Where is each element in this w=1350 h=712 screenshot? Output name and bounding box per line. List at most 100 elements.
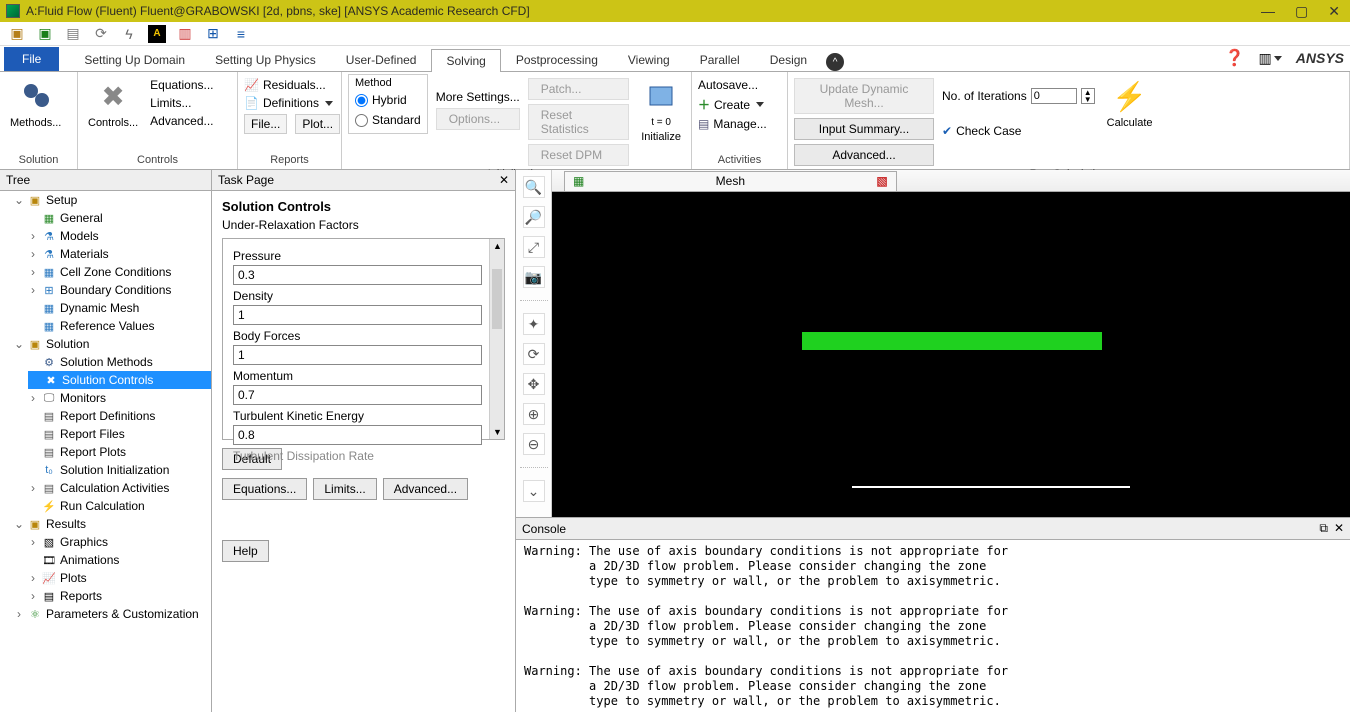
file-tab[interactable]: File (4, 47, 59, 71)
manage-button[interactable]: ▤Manage... (698, 117, 767, 131)
window-title: A:Fluid Flow (Fluent) Fluent@GRABOWSKI [… (26, 4, 530, 18)
factor-input-density[interactable] (233, 305, 482, 325)
tree-monitors[interactable]: ›🖵Monitors (28, 389, 211, 407)
task-advanced-button[interactable]: Advanced... (383, 478, 468, 500)
layout-icon[interactable]: ▥ (1259, 50, 1282, 67)
create-button[interactable]: ＋Create (698, 96, 767, 113)
rotate-icon[interactable]: ⟳ (523, 343, 545, 365)
advanced-button[interactable]: Advanced... (150, 114, 213, 128)
pan-icon[interactable]: ✥ (523, 373, 545, 395)
plot-toolbar-icon[interactable]: ⊞ (204, 25, 222, 43)
zoom-in-icon[interactable]: 🔍 (523, 176, 545, 198)
task-close-icon[interactable]: ✕ (499, 173, 509, 187)
tab-parallel[interactable]: Parallel (685, 48, 755, 71)
collapse-ribbon-icon[interactable]: ^ (826, 53, 844, 71)
methods-button[interactable]: Methods... (6, 74, 65, 129)
tree-animations[interactable]: 🎞Animations (28, 551, 211, 569)
factor-input-turbulent-kinetic-energy[interactable] (233, 425, 482, 445)
maximize-button[interactable]: ▢ (1295, 3, 1308, 20)
zoom-minus-icon[interactable]: ⊖ (523, 433, 545, 455)
task-title: Solution Controls (212, 191, 515, 218)
help-button[interactable]: Help (222, 540, 269, 562)
task-limits-button[interactable]: Limits... (313, 478, 376, 500)
tree-general[interactable]: ▦General (28, 209, 211, 227)
iterations-spinner[interactable]: ▲▼ (1081, 88, 1095, 104)
open-icon[interactable]: ▣ (8, 25, 26, 43)
file-button[interactable]: File... (244, 114, 287, 134)
tab-solving[interactable]: Solving (431, 49, 500, 72)
mesh-tab-close-icon[interactable]: ▧ (876, 174, 887, 188)
tree-solution[interactable]: ⌄▣Solution (14, 335, 211, 353)
console-popout-icon[interactable]: ⧉ (1319, 521, 1328, 535)
help-icon[interactable]: ❓ (1225, 48, 1245, 68)
close-button[interactable]: ✕ (1328, 3, 1340, 20)
graphics-view[interactable] (552, 192, 1350, 517)
tree-graphics[interactable]: ›▧Graphics (28, 533, 211, 551)
tree-run-calculation[interactable]: ⚡Run Calculation (28, 497, 211, 515)
definitions-button[interactable]: 📄Definitions (244, 96, 340, 110)
lightning-icon[interactable]: ϟ (120, 25, 138, 43)
minimize-button[interactable]: — (1261, 3, 1275, 20)
ansys-icon[interactable]: A (148, 25, 166, 43)
tab-design[interactable]: Design (755, 48, 822, 71)
camera-icon[interactable]: 📷 (523, 266, 545, 288)
factor-input-momentum[interactable] (233, 385, 482, 405)
tree-report-files[interactable]: ▤Report Files (28, 425, 211, 443)
tree-results[interactable]: ⌄▣Results (14, 515, 211, 533)
factor-input-body-forces[interactable] (233, 345, 482, 365)
residuals-button[interactable]: 📈Residuals... (244, 78, 340, 92)
factor-input-pressure[interactable] (233, 265, 482, 285)
axes-icon[interactable]: ✦ (523, 313, 545, 335)
write-icon[interactable]: ▤ (64, 25, 82, 43)
plot-button[interactable]: Plot... (295, 114, 340, 134)
more-settings-button[interactable]: More Settings... (436, 90, 520, 104)
controls-button[interactable]: ✖ Controls... (84, 74, 142, 129)
tree-plots[interactable]: ›📈Plots (28, 569, 211, 587)
tree-reports[interactable]: ›▤Reports (28, 587, 211, 605)
tab-viewing[interactable]: Viewing (613, 48, 685, 71)
autosave-button[interactable]: Autosave... (698, 78, 767, 92)
equations-button[interactable]: Equations... (150, 78, 213, 92)
console-close-icon[interactable]: ✕ (1334, 521, 1344, 535)
iterations-label: No. of Iterations (942, 89, 1027, 103)
chart-icon[interactable]: ▥ (176, 25, 194, 43)
tree-models[interactable]: ›⚗Models (28, 227, 211, 245)
tab-setting-up-domain[interactable]: Setting Up Domain (69, 48, 200, 71)
tree-calc-activities[interactable]: ›▤Calculation Activities (28, 479, 211, 497)
check-case-button[interactable]: ✔Check Case (942, 124, 1095, 138)
tree-report-plots[interactable]: ▤Report Plots (28, 443, 211, 461)
tree-setup[interactable]: ⌄▣Setup (14, 191, 211, 209)
iterations-input[interactable] (1031, 88, 1077, 104)
calculate-button[interactable]: ⚡ Calculate (1103, 74, 1157, 129)
save-icon[interactable]: ▣ (36, 25, 54, 43)
tree-parameters[interactable]: ›⚛Parameters & Customization (14, 605, 211, 623)
fit-icon[interactable]: ⤢ (523, 236, 545, 258)
hybrid-radio[interactable]: Hybrid (355, 93, 421, 107)
expand-icon[interactable]: ⌄ (523, 480, 545, 502)
legend-icon[interactable]: ≡ (232, 25, 250, 43)
tree-materials[interactable]: ›⚗Materials (28, 245, 211, 263)
zoom-plus-icon[interactable]: ⊕ (523, 403, 545, 425)
tree-solution-init[interactable]: t₀Solution Initialization (28, 461, 211, 479)
tab-postprocessing[interactable]: Postprocessing (501, 48, 613, 71)
tree-solution-methods[interactable]: ⚙Solution Methods (28, 353, 211, 371)
tree-reference[interactable]: ▦Reference Values (28, 317, 211, 335)
tab-user-defined[interactable]: User-Defined (331, 48, 432, 71)
tree-cell-zone[interactable]: ›▦Cell Zone Conditions (28, 263, 211, 281)
tree-report-defs[interactable]: ▤Report Definitions (28, 407, 211, 425)
factors-scrollbar[interactable]: ▲ ▼ (489, 239, 504, 439)
mesh-tab[interactable]: ▦ Mesh ▧ (564, 171, 897, 191)
axis-marks (852, 482, 1130, 490)
tree-boundary[interactable]: ›⊞Boundary Conditions (28, 281, 211, 299)
standard-radio[interactable]: Standard (355, 113, 421, 127)
zoom-out-icon[interactable]: 🔎 (523, 206, 545, 228)
refresh-icon[interactable]: ⟳ (92, 25, 110, 43)
limits-button[interactable]: Limits... (150, 96, 213, 110)
input-summary-button[interactable]: Input Summary... (794, 118, 934, 140)
tree-solution-controls[interactable]: ✖Solution Controls (28, 371, 211, 389)
tree-dynamic-mesh[interactable]: ▦Dynamic Mesh (28, 299, 211, 317)
task-equations-button[interactable]: Equations... (222, 478, 307, 500)
tab-setting-up-physics[interactable]: Setting Up Physics (200, 48, 331, 71)
initialize-button[interactable]: t = 0 Initialize (637, 74, 685, 143)
advanced-runcalc-button[interactable]: Advanced... (794, 144, 934, 166)
